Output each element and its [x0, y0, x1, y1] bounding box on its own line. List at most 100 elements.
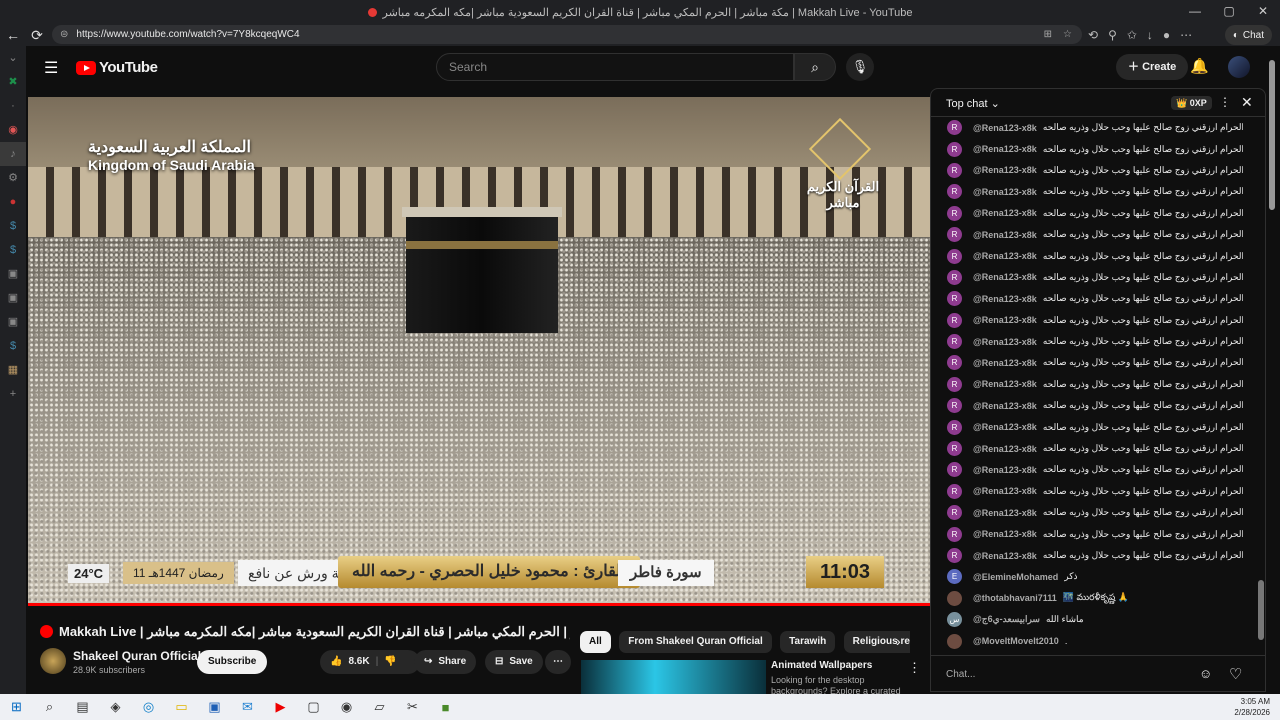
heart-icon[interactable]: ♡: [1229, 665, 1242, 683]
search-button[interactable]: ⌕: [794, 53, 836, 81]
file-explorer-icon[interactable]: ▭: [165, 699, 198, 715]
pin-icon[interactable]: ●: [0, 190, 26, 214]
channel-avatar[interactable]: [40, 648, 66, 674]
chat-author-name[interactable]: @Rena123-x8k: [973, 401, 1037, 411]
dot-icon[interactable]: ·: [0, 94, 26, 118]
chat-author-avatar[interactable]: R: [947, 205, 962, 221]
chat-message[interactable]: R @Rena123-x8k يارب البيت الحرام ارزقني زو…: [931, 459, 1265, 480]
apps-icon[interactable]: ▦: [0, 358, 26, 382]
chat-author-avatar[interactable]: R: [947, 269, 962, 285]
chat-author-avatar[interactable]: R: [947, 291, 962, 307]
chat-message[interactable]: R @Rena123-x8k يارب البيت الحرام ارزقني زو…: [931, 395, 1265, 416]
chat-message[interactable]: R @Rena123-x8k يارب البيت الحرام ارزقني زو…: [931, 117, 1265, 138]
create-button[interactable]: ＋ Create: [1116, 54, 1189, 80]
chat-author-name[interactable]: @ElemineMohamed: [973, 572, 1058, 582]
image-icon[interactable]: ▣: [0, 310, 26, 334]
chat-author-avatar[interactable]: R: [947, 184, 962, 200]
app-icon[interactable]: ▢: [297, 699, 330, 715]
chat-author-avatar[interactable]: R: [947, 441, 962, 457]
chat-author-avatar[interactable]: E: [947, 569, 962, 585]
xp-badge[interactable]: 👑 0XP: [1171, 96, 1212, 110]
copilot-chat-button[interactable]: ◐ Chat: [1224, 25, 1272, 45]
extension-icon[interactable]: ⚲: [1108, 28, 1117, 42]
chat-message-list[interactable]: R @Rena123-x8k يارب البيت الحرام ارزقني زو…: [931, 117, 1265, 652]
downloads-icon[interactable]: ↓: [1147, 28, 1153, 42]
save-button[interactable]: ⊟ Save: [485, 650, 543, 674]
chat-author-name[interactable]: @Rena123-x8k: [973, 187, 1037, 197]
channel-name[interactable]: Shakeel Quran Official: [73, 649, 201, 663]
image-icon[interactable]: ▣: [0, 262, 26, 286]
chat-message[interactable]: R @Rena123-x8k يارب البيت الحرام ارزقني زو…: [931, 352, 1265, 373]
chat-message[interactable]: R @Rena123-x8k يارب البيت الحرام ارزقني زو…: [931, 203, 1265, 224]
chat-mode-dropdown[interactable]: Top chat ⌄: [946, 97, 1000, 110]
chat-author-avatar[interactable]: R: [947, 398, 962, 414]
more-actions-button[interactable]: ⋯: [545, 650, 571, 674]
chat-author-name[interactable]: @Rena123-x8k: [973, 337, 1037, 347]
chat-message[interactable]: R @Rena123-x8k يارب البيت الحرام ارزقني زو…: [931, 416, 1265, 437]
chat-message[interactable]: R @Rena123-x8k يارب البيت الحرام ارزقني زو…: [931, 310, 1265, 331]
chat-scrollbar[interactable]: [1258, 580, 1264, 640]
chat-author-avatar[interactable]: R: [947, 462, 962, 478]
emoji-icon[interactable]: ☺: [1199, 666, 1212, 681]
subscribe-button[interactable]: Subscribe: [197, 650, 268, 674]
chip-tarawih[interactable]: Tarawih: [780, 631, 836, 653]
address-bar[interactable]: ⊜ https://www.youtube.com/watch?v=7Y8kcq…: [52, 25, 1082, 44]
chat-message[interactable]: R @Rena123-x8k يارب البيت الحرام ارزقني زو…: [931, 181, 1265, 202]
video-player[interactable]: المملكة العربية السعودية Kingdom of Saud…: [28, 97, 930, 604]
youtube-logo[interactable]: YouTube: [76, 59, 158, 76]
chat-author-avatar[interactable]: R: [947, 419, 962, 435]
audio-icon[interactable]: ♪: [0, 142, 26, 166]
chevron-right-icon[interactable]: ›: [896, 633, 901, 649]
back-icon[interactable]: ←: [2, 27, 24, 43]
minimize-button[interactable]: —: [1178, 0, 1212, 24]
chat-author-name[interactable]: @Rena123-x8k: [973, 529, 1037, 539]
chat-author-name[interactable]: @Rena123-x8k: [973, 465, 1037, 475]
page-scrollbar-thumb[interactable]: [1269, 60, 1275, 210]
minecraft-icon[interactable]: ■: [429, 700, 462, 715]
chat-author-name[interactable]: @Rena123-x8k: [973, 444, 1037, 454]
excel-icon[interactable]: ✖: [0, 70, 26, 94]
chat-author-avatar[interactable]: [947, 590, 962, 606]
chat-author-avatar[interactable]: R: [947, 312, 962, 328]
page-scrollbar[interactable]: [1268, 60, 1276, 690]
collapse-icon[interactable]: ⌄: [0, 46, 26, 70]
recommendation-thumbnail[interactable]: [581, 660, 766, 694]
chat-author-name[interactable]: @Rena123-x8k: [973, 230, 1037, 240]
chat-author-name[interactable]: @Rena123-x8k: [973, 123, 1037, 133]
chat-message[interactable]: R @Rena123-x8k يارب البيت الحرام ارزقني زو…: [931, 545, 1265, 566]
chat-author-avatar[interactable]: R: [947, 548, 962, 563]
chat-author-name[interactable]: @MoveItMoveIt2010: [973, 636, 1059, 646]
chat-author-avatar[interactable]: R: [947, 248, 962, 264]
like-count[interactable]: 8.6K: [348, 650, 369, 674]
chat-author-name[interactable]: @Rena123-x8k: [973, 144, 1037, 154]
task-view-icon[interactable]: ▤: [66, 699, 99, 715]
chat-message[interactable]: @MoveItMoveIt2010.: [931, 630, 1265, 651]
like-icon[interactable]: 👍: [330, 650, 342, 674]
chat-author-name[interactable]: @Rena123-x8k: [973, 165, 1037, 175]
dollar-icon[interactable]: $: [0, 238, 26, 262]
chat-message[interactable]: R @Rena123-x8k يارب البيت الحرام ارزقني زو…: [931, 502, 1265, 523]
chat-message[interactable]: R @Rena123-x8k يارب البيت الحرام ارزقني زو…: [931, 267, 1265, 288]
chat-message[interactable]: R @Rena123-x8k يارب البيت الحرام ارزقني زو…: [931, 438, 1265, 459]
url-text[interactable]: https://www.youtube.com/watch?v=7Y8kcqeq…: [76, 29, 299, 40]
chat-message[interactable]: E @ElemineMohamed ذكر: [931, 566, 1265, 587]
chat-author-name[interactable]: @Rena123-x8k: [973, 272, 1037, 282]
chat-author-name[interactable]: @thotabhavani7111: [973, 593, 1057, 603]
progress-bar[interactable]: [28, 603, 930, 606]
chat-message[interactable]: R @Rena123-x8k يارب البيت الحرام ارزقني زو…: [931, 331, 1265, 352]
maximize-button[interactable]: ▢: [1212, 0, 1246, 24]
chat-author-name[interactable]: @Rena123-x8k: [973, 251, 1037, 261]
chat-author-avatar[interactable]: [947, 633, 962, 649]
install-app-icon[interactable]: ⊞: [1044, 29, 1052, 40]
outlook-icon[interactable]: ✉: [231, 699, 264, 715]
windows-start-icon[interactable]: ⊞: [0, 699, 33, 715]
chat-message[interactable]: @thotabhavani7111 🌃 మురళీకృష్ణ 🙏: [931, 588, 1265, 609]
chat-author-name[interactable]: @Rena123-x8k: [973, 486, 1037, 496]
dollar-icon[interactable]: $: [0, 214, 26, 238]
chip-from-channel[interactable]: From Shakeel Quran Official: [619, 631, 772, 653]
more-vert-icon[interactable]: ⋮: [908, 660, 921, 676]
menu-dots-icon[interactable]: ⋯: [1180, 28, 1192, 42]
chat-author-name[interactable]: @Rena123-x8k: [973, 294, 1037, 304]
chat-message[interactable]: س @سرابيسعد-ي6ج ماشاء الله: [931, 609, 1265, 630]
chat-author-name[interactable]: @Rena123-x8k: [973, 508, 1037, 518]
